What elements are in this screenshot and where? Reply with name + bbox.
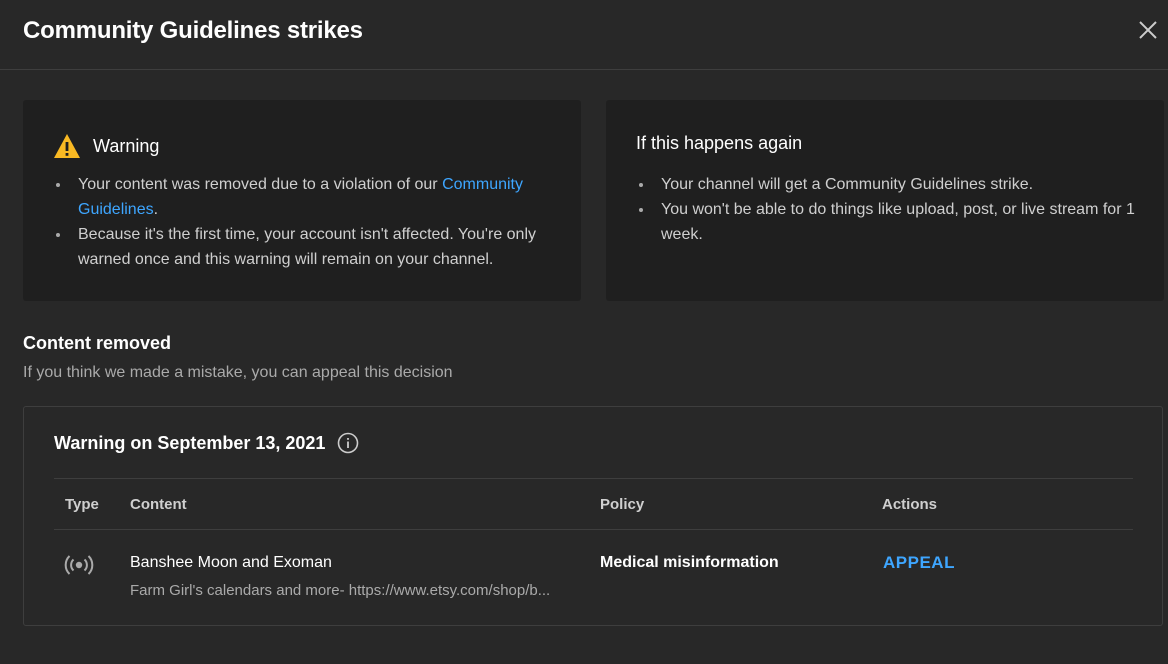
warning-card-title: Warning xyxy=(93,135,160,156)
bullet-text-suffix: . xyxy=(153,201,159,218)
dialog-title: Community Guidelines strikes xyxy=(23,17,363,44)
bullet-text: Your content was removed due to a violat… xyxy=(78,176,443,193)
warning-card: Warning Your content was removed due to … xyxy=(23,100,581,301)
list-item: Because it's the first time, your accoun… xyxy=(53,222,563,272)
info-icon[interactable] xyxy=(337,432,359,454)
if-happens-again-card: If this happens again Your channel will … xyxy=(606,100,1164,301)
strike-title-text: Warning on September 13, 2021 xyxy=(54,432,326,453)
appeal-button[interactable]: APPEAL xyxy=(883,553,955,573)
content-title: Banshee Moon and Exoman xyxy=(130,554,332,571)
close-icon[interactable] xyxy=(1136,18,1160,42)
warning-triangle-icon xyxy=(53,133,81,159)
content-description: Farm Girl's calendars and more- https://… xyxy=(130,582,551,599)
again-card-title: If this happens again xyxy=(636,133,803,153)
column-header-policy: Policy xyxy=(600,496,645,513)
table-row: Banshee Moon and Exoman Farm Girl's cale… xyxy=(54,530,1133,620)
strike-panel: Warning on September 13, 2021 Type Conte… xyxy=(23,406,1163,626)
column-header-content: Content xyxy=(130,496,187,513)
table-header: Type Content Policy Actions xyxy=(54,478,1133,530)
live-broadcast-icon xyxy=(64,555,94,575)
list-item: Your content was removed due to a violat… xyxy=(53,172,563,222)
warning-bullet-list: Your content was removed due to a violat… xyxy=(53,172,563,272)
content-removed-subtitle: If you think we made a mistake, you can … xyxy=(23,364,453,381)
policy-label: Medical misinformation xyxy=(600,554,779,571)
strike-title: Warning on September 13, 2021 xyxy=(54,432,359,454)
warning-card-header: Warning xyxy=(53,133,159,159)
column-header-type: Type xyxy=(65,496,99,513)
again-bullet-list: Your channel will get a Community Guidel… xyxy=(636,172,1146,247)
list-item: Your channel will get a Community Guidel… xyxy=(636,172,1146,197)
dialog-header: Community Guidelines strikes xyxy=(0,0,1168,70)
content-removed-title: Content removed xyxy=(23,333,172,353)
column-header-actions: Actions xyxy=(882,496,938,513)
list-item: You won't be able to do things like uplo… xyxy=(636,197,1146,247)
